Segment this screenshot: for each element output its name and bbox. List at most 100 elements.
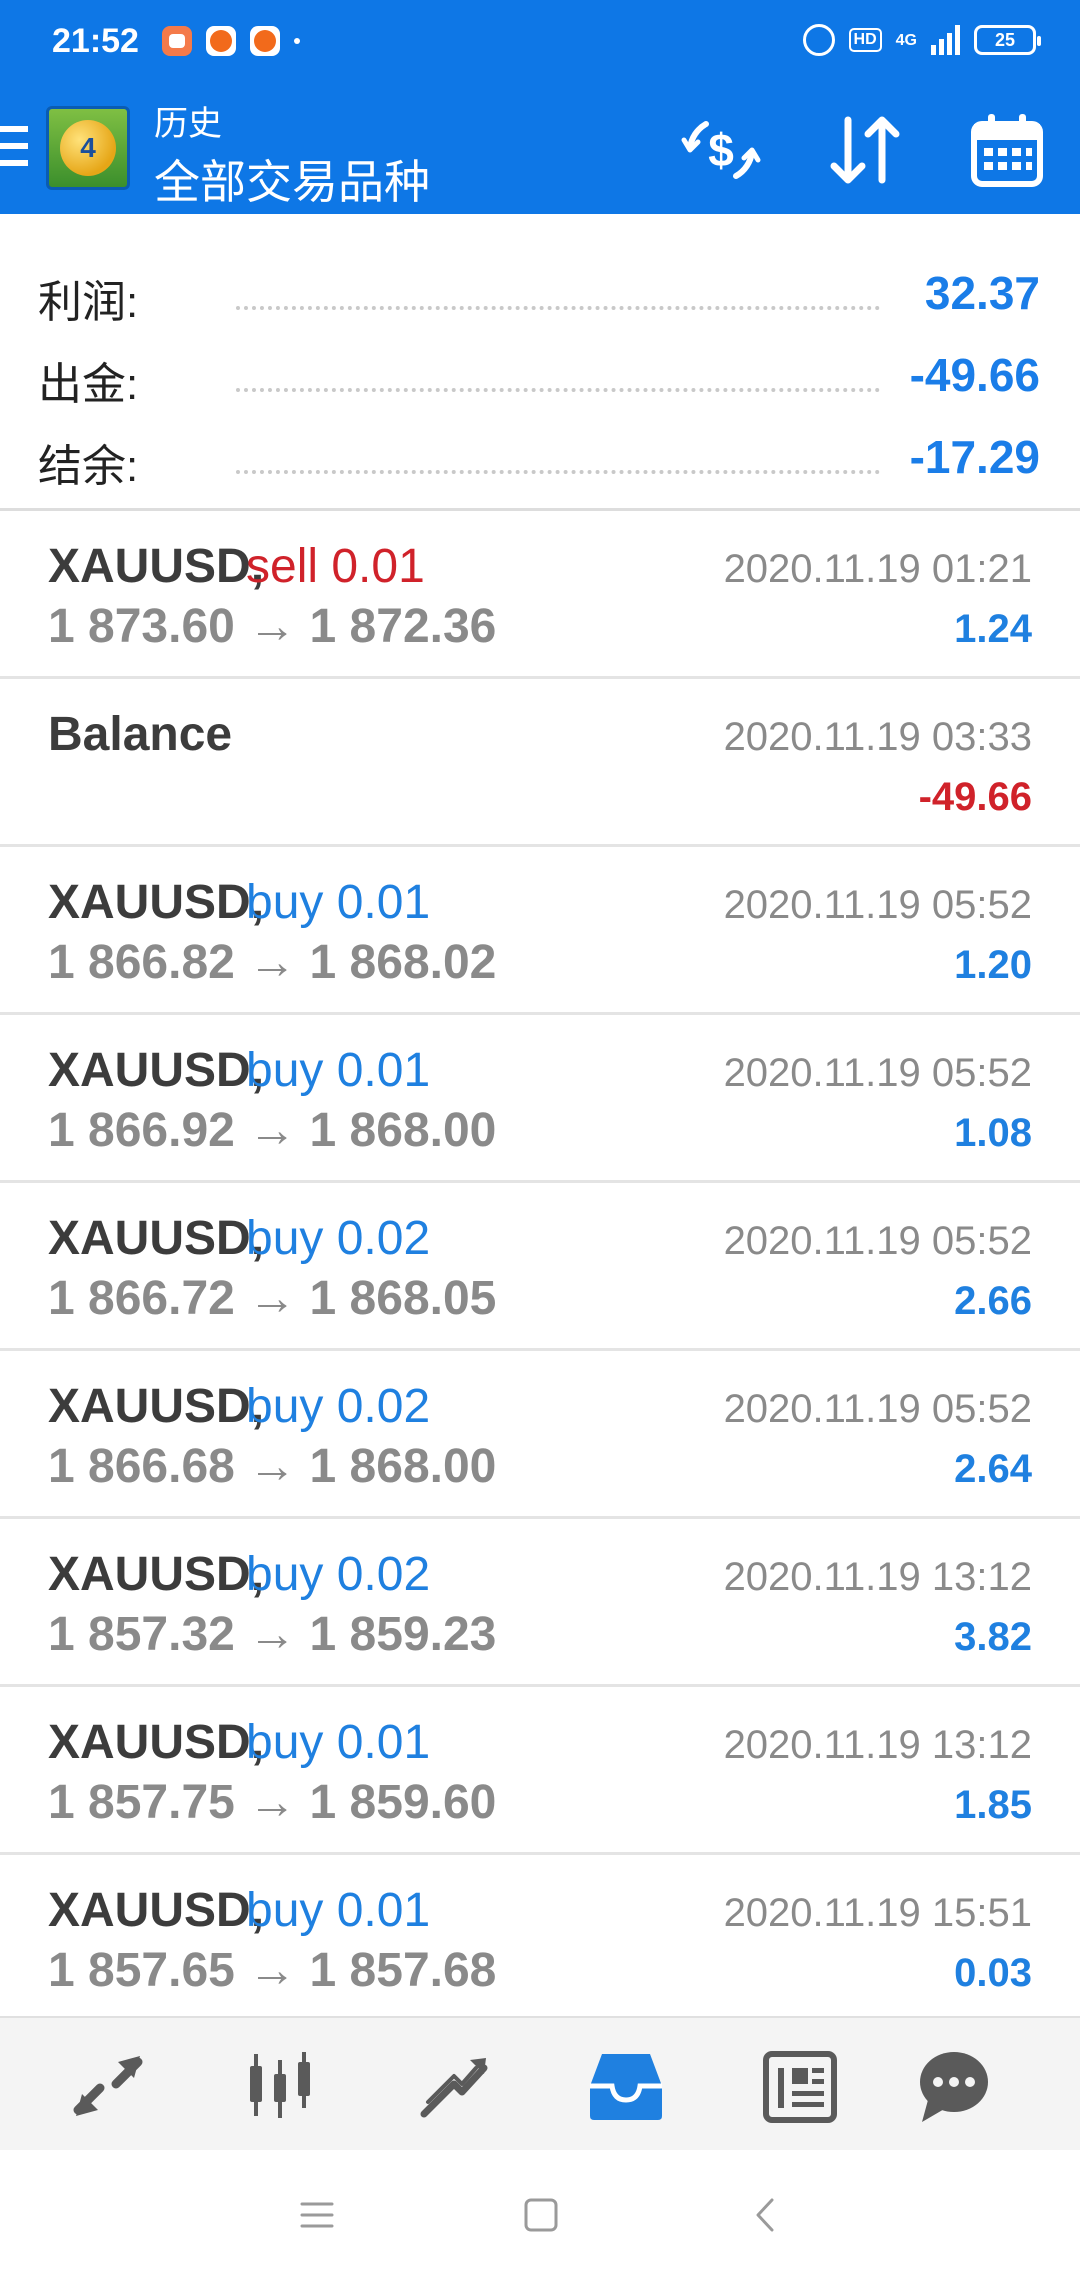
battery-icon: 25 <box>974 25 1041 55</box>
menu-icon[interactable] <box>0 126 28 166</box>
deal-time: 2020.11.19 15:51 <box>723 1891 1032 1935</box>
deal-time: 2020.11.19 05:52 <box>723 1219 1032 1263</box>
deal-row[interactable]: XAUUSD, buy 0.02 1 857.32 → 1 859.23 202… <box>0 1519 1080 1687</box>
chart-icon[interactable] <box>240 2046 320 2126</box>
deal-row[interactable]: XAUUSD, buy 0.02 1 866.68 → 1 868.00 202… <box>0 1351 1080 1519</box>
more-notifications-dot <box>294 38 300 44</box>
app-notification-icon <box>206 26 236 56</box>
deal-time: 2020.11.19 13:12 <box>723 1555 1032 1599</box>
deal-row[interactable]: XAUUSD, sell 0.01 1 873.60 → 1 872.36 20… <box>0 511 1080 679</box>
deal-row[interactable]: XAUUSD, buy 0.01 1 866.82 → 1 868.02 202… <box>0 847 1080 1015</box>
deal-symbol: XAUUSD, <box>48 1884 265 1937</box>
withdrawal-value: -49.66 <box>909 349 1040 401</box>
deal-prices: 1 866.72 → 1 868.05 <box>48 1272 497 1325</box>
dotted-leader <box>236 306 880 310</box>
deal-direction: buy 0.01 <box>246 1884 431 1937</box>
deal-profit: 1.85 <box>954 1783 1032 1827</box>
deal-prices: 1 873.60 → 1 872.36 <box>48 600 497 653</box>
deal-prices: 1 866.82 → 1 868.02 <box>48 936 497 989</box>
network-type-label: 4G <box>895 31 917 49</box>
alarm-icon <box>802 24 835 56</box>
deal-prices: 1 866.68 → 1 868.00 <box>48 1440 497 1493</box>
news-icon[interactable] <box>760 2046 840 2126</box>
quotes-icon[interactable] <box>68 2046 148 2126</box>
balance-label: 结余: <box>38 442 139 491</box>
deal-time: 2020.11.19 13:12 <box>723 1723 1032 1767</box>
deal-profit: 1.24 <box>954 607 1032 651</box>
deal-row[interactable]: XAUUSD, buy 0.01 1 857.75 → 1 859.60 202… <box>0 1687 1080 1855</box>
app-notification-icon <box>250 26 280 56</box>
history-summary: 利润: 32.37 出金: -49.66 结余: -17.29 <box>0 214 1080 508</box>
deal-symbol: XAUUSD, <box>48 1716 265 1769</box>
deal-time: 2020.11.19 05:52 <box>723 1051 1032 1095</box>
back-icon[interactable] <box>742 2190 792 2240</box>
deal-direction: buy 0.02 <box>246 1380 431 1433</box>
deal-time: 2020.11.19 05:52 <box>723 1387 1032 1431</box>
deal-symbol: XAUUSD, <box>48 1380 265 1433</box>
deal-time: 2020.11.19 03:33 <box>723 715 1032 759</box>
deal-profit: 2.64 <box>954 1447 1032 1491</box>
deal-time: 2020.11.19 01:21 <box>723 547 1032 591</box>
app-header: 21:52 HD 4G 25 4 历史 全部交易品种 $ <box>0 0 1080 214</box>
hd-icon: HD <box>848 28 882 52</box>
withdrawal-label: 出金: <box>38 360 139 409</box>
chat-icon[interactable] <box>914 2046 994 2126</box>
currency-exchange-icon[interactable]: $ <box>676 110 766 190</box>
signal-icon <box>931 25 960 55</box>
system-navigation-bar <box>0 2150 1080 2280</box>
deal-profit: 1.08 <box>954 1111 1032 1155</box>
deal-direction: buy 0.01 <box>246 1716 431 1769</box>
deal-direction: buy 0.01 <box>246 876 431 929</box>
system-icons: HD 4G 25 <box>802 24 1041 56</box>
svg-text:$: $ <box>708 124 734 176</box>
deal-profit: 0.03 <box>954 1951 1032 1995</box>
summary-withdrawal-row: 出金: -49.66 <box>0 326 1080 409</box>
deal-prices: 1 857.75 → 1 859.60 <box>48 1776 497 1829</box>
deal-row[interactable]: XAUUSD, buy 0.02 1 866.72 → 1 868.05 202… <box>0 1183 1080 1351</box>
deal-profit: 3.82 <box>954 1615 1032 1659</box>
deal-prices: 1 866.92 → 1 868.00 <box>48 1104 497 1157</box>
metatrader-logo: 4 <box>46 106 130 190</box>
deal-direction: buy 0.02 <box>246 1212 431 1265</box>
deal-history-list: XAUUSD, sell 0.01 1 873.60 → 1 872.36 20… <box>0 508 1080 2023</box>
deal-row[interactable]: XAUUSD, buy 0.01 1 857.65 → 1 857.68 202… <box>0 1855 1080 2023</box>
deal-row[interactable]: Balance 2020.11.19 03:33 -49.66 <box>0 679 1080 847</box>
page-title: 历史 <box>154 105 222 143</box>
sort-icon[interactable] <box>820 110 910 190</box>
deal-profit: 2.66 <box>954 1279 1032 1323</box>
shopping-app-notification-icon <box>162 26 192 56</box>
trade-icon[interactable] <box>414 2046 494 2126</box>
status-bar: 21:52 HD 4G 25 <box>0 0 1080 90</box>
deal-symbol: XAUUSD, <box>48 876 265 929</box>
deal-direction: buy 0.01 <box>246 1044 431 1097</box>
deal-symbol: XAUUSD, <box>48 540 265 593</box>
deal-profit: 1.20 <box>954 943 1032 987</box>
deal-symbol: XAUUSD, <box>48 1548 265 1601</box>
summary-profit-row: 利润: 32.37 <box>0 244 1080 327</box>
profit-value: 32.37 <box>924 267 1040 319</box>
history-icon[interactable] <box>586 2046 666 2126</box>
summary-balance-row: 结余: -17.29 <box>0 408 1080 491</box>
home-icon[interactable] <box>516 2190 566 2240</box>
dotted-leader <box>236 388 880 392</box>
deal-symbol: Balance <box>48 708 233 761</box>
deal-row[interactable]: XAUUSD, buy 0.01 1 866.92 → 1 868.00 202… <box>0 1015 1080 1183</box>
deal-direction: buy 0.02 <box>246 1548 431 1601</box>
notification-icons <box>162 26 300 56</box>
symbol-filter-title[interactable]: 全部交易品种 <box>154 146 430 212</box>
deal-prices: 1 857.65 → 1 857.68 <box>48 1944 497 1997</box>
battery-level: 25 <box>994 29 1016 50</box>
deal-symbol: XAUUSD, <box>48 1044 265 1097</box>
dotted-leader <box>236 470 880 474</box>
deal-profit: -49.66 <box>918 775 1032 819</box>
status-time: 21:52 <box>52 22 139 60</box>
deal-symbol: XAUUSD, <box>48 1212 265 1265</box>
balance-value: -17.29 <box>909 431 1040 483</box>
deal-direction: sell 0.01 <box>246 540 425 593</box>
calendar-icon[interactable] <box>962 110 1052 190</box>
deal-prices: 1 857.32 → 1 859.23 <box>48 1608 497 1661</box>
bottom-navigation <box>0 2016 1080 2150</box>
deal-time: 2020.11.19 05:52 <box>723 883 1032 927</box>
recent-apps-icon[interactable] <box>292 2190 342 2240</box>
profit-label: 利润: <box>38 278 139 327</box>
